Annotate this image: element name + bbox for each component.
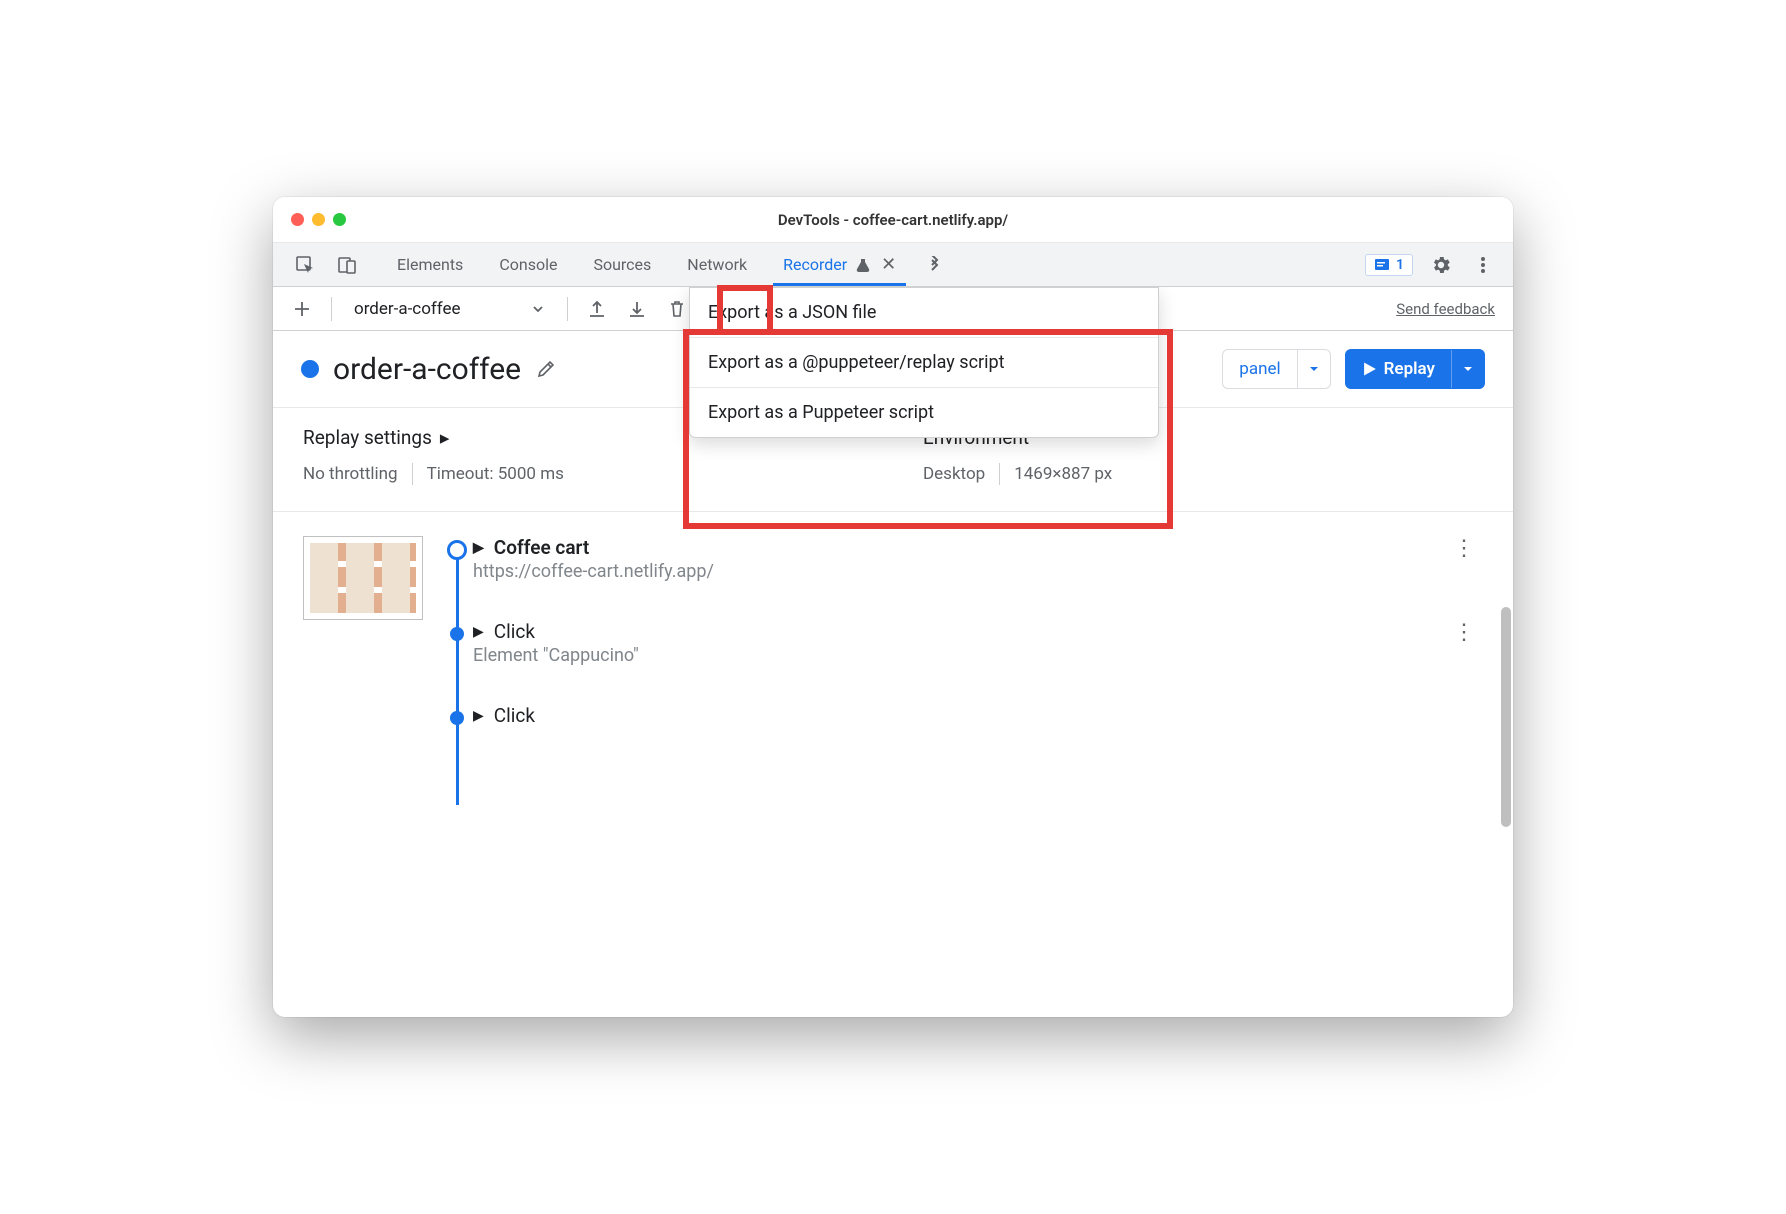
perf-panel-dropdown-icon[interactable] <box>1297 350 1330 388</box>
recording-title: order-a-coffee <box>333 352 521 387</box>
tab-recorder[interactable]: Recorder ✕ <box>765 243 914 286</box>
replay-dropdown-icon[interactable] <box>1451 350 1484 388</box>
step-item[interactable]: ▶Click <box>473 704 1483 727</box>
expand-icon[interactable]: ▶ <box>473 540 484 556</box>
export-button[interactable] <box>620 292 654 326</box>
import-button[interactable] <box>580 292 614 326</box>
step-menu-icon[interactable]: ⋮ <box>1445 620 1483 666</box>
close-tab-icon[interactable]: ✕ <box>881 254 896 275</box>
window-title: DevTools - coffee-cart.netlify.app/ <box>273 211 1513 229</box>
replay-button[interactable]: Replay <box>1345 349 1485 389</box>
tab-elements[interactable]: Elements <box>379 243 481 286</box>
expand-icon[interactable]: ▶ <box>473 624 484 640</box>
devtools-window: DevTools - coffee-cart.netlify.app/ Elem… <box>273 197 1513 1017</box>
recorder-toolbar: order-a-coffee Send feedback Expo <box>273 287 1513 331</box>
timeline: ▶Coffee cart https://coffee-cart.netlify… <box>447 536 1483 765</box>
minimize-window-button[interactable] <box>312 213 325 226</box>
viewport-value: 1469×887 px <box>1014 464 1112 484</box>
timeout-value: Timeout: 5000 ms <box>427 464 564 484</box>
device-value: Desktop <box>923 464 985 484</box>
maximize-window-button[interactable] <box>333 213 346 226</box>
tab-network[interactable]: Network <box>669 243 765 286</box>
flask-icon <box>855 257 871 273</box>
recording-indicator-icon <box>301 360 319 378</box>
new-recording-button[interactable] <box>285 292 319 326</box>
kebab-menu-icon[interactable] <box>1469 251 1497 279</box>
close-window-button[interactable] <box>291 213 304 226</box>
step-item[interactable]: ▶Click Element "Cappucino" ⋮ <box>473 620 1483 666</box>
more-tabs-button[interactable] <box>914 243 956 286</box>
performance-panel-button[interactable]: panel <box>1222 349 1330 389</box>
expand-icon[interactable]: ▶ <box>473 708 484 724</box>
chevron-down-icon <box>531 302 545 316</box>
timeline-node-icon <box>450 711 464 725</box>
chevron-right-icon: ▸ <box>440 426 450 449</box>
tabstrip: Elements Console Sources Network Recorde… <box>273 243 1513 287</box>
inspect-element-icon[interactable] <box>291 251 319 279</box>
edit-title-icon[interactable] <box>535 358 557 380</box>
titlebar: DevTools - coffee-cart.netlify.app/ <box>273 197 1513 243</box>
send-feedback-link[interactable]: Send feedback <box>1396 300 1501 318</box>
screenshot-thumbnail[interactable] <box>303 536 423 620</box>
recording-selector[interactable]: order-a-coffee <box>344 299 555 319</box>
throttling-value: No throttling <box>303 464 398 484</box>
panel-tabs: Elements Console Sources Network Recorde… <box>379 243 956 286</box>
tab-console[interactable]: Console <box>481 243 575 286</box>
traffic-lights <box>291 213 346 226</box>
step-item[interactable]: ▶Coffee cart https://coffee-cart.netlify… <box>473 536 1483 582</box>
steps-panel: ▶Coffee cart https://coffee-cart.netlify… <box>273 512 1513 1017</box>
export-json-item[interactable]: Export as a JSON file <box>690 288 1158 338</box>
tab-sources[interactable]: Sources <box>575 243 669 286</box>
step-menu-icon[interactable]: ⋮ <box>1445 536 1483 582</box>
issues-chip[interactable]: 1 <box>1365 254 1413 276</box>
device-toolbar-icon[interactable] <box>333 251 361 279</box>
export-puppeteer-item[interactable]: Export as a Puppeteer script <box>690 388 1158 437</box>
export-dropdown: Export as a JSON file Export as a @puppe… <box>689 287 1159 438</box>
export-puppeteer-replay-item[interactable]: Export as a @puppeteer/replay script <box>690 338 1158 388</box>
play-icon <box>1362 362 1376 376</box>
timeline-node-icon <box>447 540 467 560</box>
settings-icon[interactable] <box>1427 251 1455 279</box>
scrollbar[interactable] <box>1501 607 1511 827</box>
timeline-node-icon <box>450 627 464 641</box>
